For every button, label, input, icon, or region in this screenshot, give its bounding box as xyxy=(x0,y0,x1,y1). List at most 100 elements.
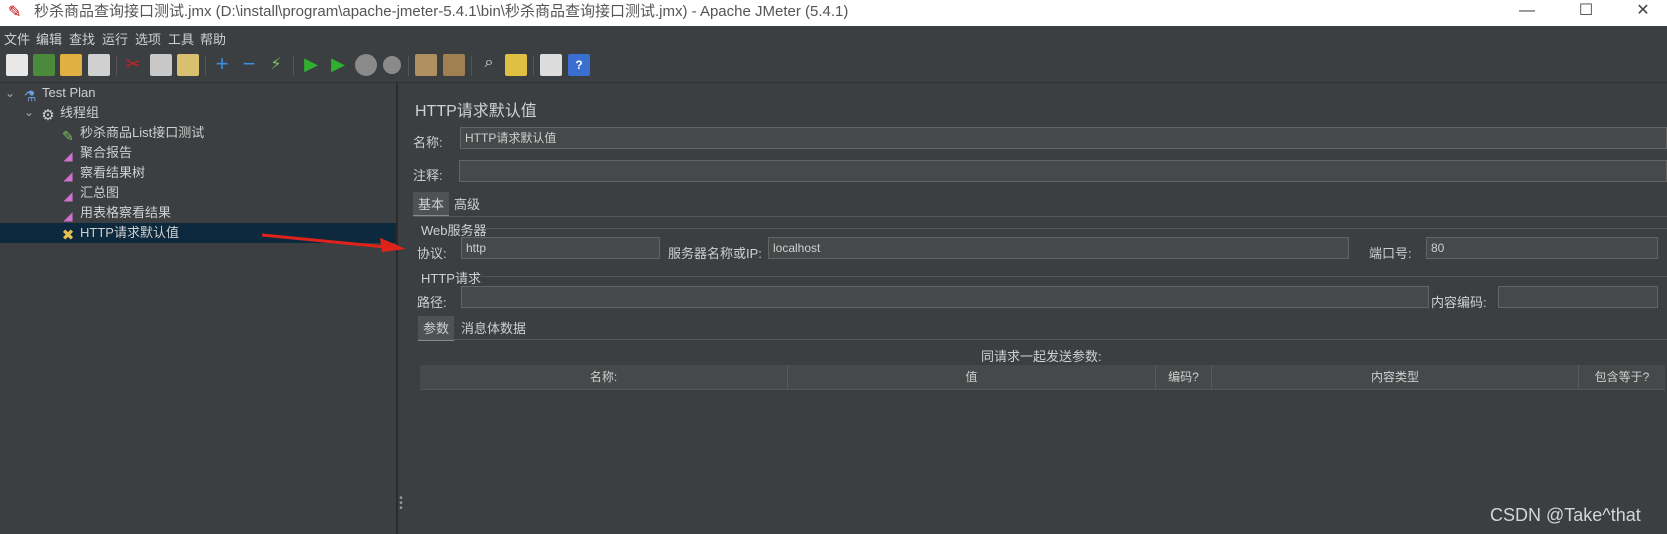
toolbar-separator xyxy=(408,56,409,76)
protocol-label: 协议: xyxy=(417,246,447,261)
menu-tools[interactable]: 工具 xyxy=(168,29,194,48)
tab-parameters[interactable]: 参数 xyxy=(418,316,455,341)
close-button[interactable]: ✕ xyxy=(1620,0,1666,26)
encoding-field[interactable] xyxy=(1498,286,1658,308)
tree-item-sampler[interactable]: ✎ 秒杀商品List接口测试 xyxy=(60,123,205,144)
http-defaults-panel: HTTP请求默认值 名称: 注释: 基本 高级 Web服务器 协议: 服务器名称… xyxy=(405,83,1667,534)
toolbar-separator xyxy=(471,56,472,76)
graph-icon: ◢ xyxy=(63,208,73,223)
params-caption: 同请求一起发送参数: xyxy=(981,349,1102,364)
column-header-name[interactable]: 名称: xyxy=(420,365,788,389)
annotation-arrow xyxy=(261,233,406,252)
search-icon[interactable]: ⌕ xyxy=(478,54,500,76)
name-field[interactable] xyxy=(460,127,1667,149)
toolbar-separator xyxy=(205,56,206,76)
menu-file[interactable]: 文件 xyxy=(4,29,30,48)
tools-icon: ✖ xyxy=(61,226,75,244)
templates-icon[interactable] xyxy=(33,54,55,76)
toolbar: ✂ + − ⚡ ▶ ▶ ⌕ ? xyxy=(0,48,1667,83)
http-request-group-border xyxy=(475,276,1667,277)
minimize-button[interactable]: — xyxy=(1504,0,1550,26)
paste-icon[interactable] xyxy=(177,54,199,76)
tree-item-test-plan[interactable]: ⚗ Test Plan xyxy=(22,83,96,104)
path-label: 路径: xyxy=(417,295,447,310)
shutdown-icon[interactable] xyxy=(383,56,401,74)
jmeter-app-icon: ✎ xyxy=(8,4,22,21)
tree-item-thread-group[interactable]: ⚙ 线程组 xyxy=(40,103,100,124)
tree-item-summary-graph[interactable]: ◢ 汇总图 xyxy=(60,183,119,203)
menu-options[interactable]: 选项 xyxy=(135,29,161,48)
clear-icon[interactable] xyxy=(415,54,437,76)
column-header-encode[interactable]: 编码? xyxy=(1156,365,1212,389)
reset-search-icon[interactable] xyxy=(505,54,527,76)
test-plan-icon: ⚗ xyxy=(23,87,37,104)
http-request-group-label: HTTP请求 xyxy=(421,271,481,286)
maximize-button[interactable]: ☐ xyxy=(1563,0,1609,26)
graph-icon: ◢ xyxy=(63,148,73,163)
collapse-icon[interactable]: − xyxy=(238,53,260,76)
tab-body-data[interactable]: 消息体数据 xyxy=(456,316,531,339)
port-field[interactable] xyxy=(1426,237,1658,259)
menu-help[interactable]: 帮助 xyxy=(200,29,226,48)
tree-item-label: 用表格察看结果 xyxy=(80,205,172,220)
column-header-include-equals[interactable]: 包含等于? xyxy=(1579,365,1665,389)
column-header-value[interactable]: 值 xyxy=(788,365,1156,389)
sub-tab-underline xyxy=(418,339,1667,340)
protocol-field[interactable] xyxy=(461,237,660,259)
start-icon[interactable]: ▶ xyxy=(300,54,322,76)
comment-label: 注释: xyxy=(413,168,443,183)
pen-icon: ✎ xyxy=(62,127,74,144)
annotation-arrow-shaft xyxy=(261,233,387,249)
start-no-pause-icon[interactable]: ▶ xyxy=(327,54,349,76)
graph-icon: ◢ xyxy=(63,168,73,183)
function-helper-icon[interactable] xyxy=(540,54,562,76)
menu-bar: 文件 编辑 查找 运行 选项 工具 帮助 xyxy=(0,26,1667,48)
server-label: 服务器名称或IP: xyxy=(668,246,762,261)
stop-icon[interactable] xyxy=(355,54,377,76)
tree-item-label: 秒杀商品List接口测试 xyxy=(80,125,205,140)
tree-item-aggregate-report[interactable]: ◢ 聚合报告 xyxy=(60,143,132,163)
new-icon[interactable] xyxy=(6,54,28,76)
encoding-label: 内容编码: xyxy=(1431,295,1487,310)
window-title: 秒杀商品查询接口测试.jmx (D:\install\program\apach… xyxy=(34,3,849,20)
chevron-down-icon[interactable]: ⌄ xyxy=(24,105,34,119)
test-plan-tree: ⌄ ⚗ Test Plan ⌄ ⚙ 线程组 ✎ 秒杀商品List接口测试 ◢ 聚合报告 … xyxy=(0,83,397,534)
splitter-handle-icon[interactable]: • • • xyxy=(397,494,405,514)
comment-field[interactable] xyxy=(459,160,1667,182)
tree-item-label: 聚合报告 xyxy=(80,145,133,160)
tree-item-label: 线程组 xyxy=(60,105,100,120)
menu-run[interactable]: 运行 xyxy=(102,29,128,48)
csdn-watermark: CSDN @Take^that xyxy=(1490,505,1641,525)
clear-all-icon[interactable] xyxy=(443,54,465,76)
copy-icon[interactable] xyxy=(150,54,172,76)
tree-item-table-results[interactable]: ◢ 用表格察看结果 xyxy=(60,203,171,223)
column-header-content-type[interactable]: 内容类型 xyxy=(1212,365,1579,389)
window-title-bar: ✎ 秒杀商品查询接口测试.jmx (D:\install\program\apa… xyxy=(0,0,1667,26)
tree-item-label: 汇总图 xyxy=(80,185,120,200)
tree-item-label: 察看结果树 xyxy=(80,165,146,180)
toggle-icon[interactable]: ⚡ xyxy=(265,54,287,76)
port-label: 端口号: xyxy=(1369,246,1412,261)
graph-icon: ◢ xyxy=(63,188,73,203)
path-field[interactable] xyxy=(461,286,1429,308)
tree-item-results-tree[interactable]: ◢ 察看结果树 xyxy=(60,163,145,183)
tab-advanced[interactable]: 高级 xyxy=(449,192,485,215)
menu-search[interactable]: 查找 xyxy=(69,29,95,48)
page-title: HTTP请求默认值 xyxy=(415,103,537,120)
annotation-arrow-head xyxy=(380,238,406,252)
tab-basic[interactable]: 基本 xyxy=(413,192,450,217)
menu-edit[interactable]: 编辑 xyxy=(36,29,62,48)
tree-item-label: Test Plan xyxy=(42,85,96,100)
expand-icon[interactable]: + xyxy=(211,53,233,76)
chevron-down-icon[interactable]: ⌄ xyxy=(5,86,15,100)
server-field[interactable] xyxy=(768,237,1349,259)
gear-icon: ⚙ xyxy=(41,106,55,124)
tree-item-label: HTTP请求默认值 xyxy=(80,225,179,240)
cut-icon[interactable]: ✂ xyxy=(122,54,144,76)
params-table-header: 名称: 值 编码? 内容类型 包含等于? xyxy=(420,365,1665,390)
tab-underline xyxy=(413,216,1667,217)
help-icon[interactable]: ? xyxy=(568,54,590,76)
open-icon[interactable] xyxy=(60,54,82,76)
toolbar-separator xyxy=(533,56,534,76)
save-icon[interactable] xyxy=(88,54,110,76)
